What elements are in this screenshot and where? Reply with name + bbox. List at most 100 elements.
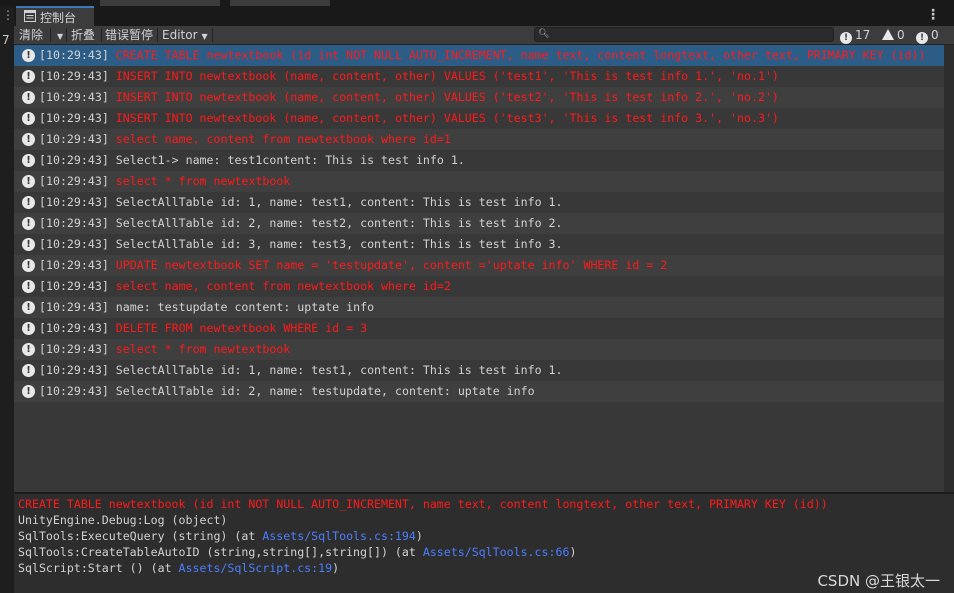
tab-console[interactable]: 控制台 (16, 6, 94, 26)
log-row[interactable]: ! [10:29:43] INSERT INTO newtextbook (nam… (14, 108, 944, 129)
collapse-label: 折叠 (71, 28, 96, 42)
log-timestamp: [10:29:43] (39, 195, 109, 209)
log-row-text: [10:29:43] SelectAllTable id: 1, name: t… (39, 192, 563, 213)
collapse-button[interactable]: 折叠 (71, 26, 95, 44)
log-timestamp: [10:29:43] (39, 321, 109, 335)
log-timestamp: [10:29:43] (39, 363, 109, 377)
log-message: select name, content from newtextbook wh… (115, 132, 451, 146)
tab-bar: 控制台 ⋮ (14, 6, 954, 26)
stack-trace-text: SqlScript:Start () (at (18, 561, 179, 575)
log-row[interactable]: ! [10:29:43] SelectAllTable id: 1, name: … (14, 192, 944, 213)
source-link[interactable]: Assets/SqlTools.cs:66 (423, 545, 570, 559)
log-message: select * from newtextbook (115, 342, 291, 356)
log-detail-panel: CREATE TABLE newtextbook (id int NOT NUL… (14, 494, 954, 593)
info-icon: ! (22, 217, 35, 230)
clear-button[interactable]: 清除 (19, 26, 43, 44)
log-row[interactable]: ! [10:29:43] select * from newtextbook (14, 171, 944, 192)
log-message: Select1-> name: test1content: This is te… (115, 153, 465, 167)
log-list-scrollbar[interactable] (944, 45, 954, 492)
console-toolbar: 清除 ▼ 折叠 错误暂停 Editor ▼ 🔍︎ ! 17 0 ! 0 (14, 26, 954, 45)
error-count-toggle[interactable]: ! 0 (916, 26, 939, 44)
log-timestamp: [10:29:43] (39, 384, 109, 398)
log-message: name: testupdate content: uptate info (115, 300, 375, 314)
info-icon: ! (22, 133, 35, 146)
stack-trace-line: SqlTools:ExecuteQuery (string) (at Asset… (18, 528, 423, 544)
log-row[interactable]: ! [10:29:43] SelectAllTable id: 1, name: … (14, 360, 944, 381)
info-icon: ! (22, 112, 35, 125)
info-icon: ! (22, 301, 35, 314)
log-timestamp: [10:29:43] (39, 216, 109, 230)
log-row[interactable]: ! [10:29:43] SelectAllTable id: 2, name: … (14, 213, 944, 234)
log-count: 17 (855, 28, 871, 42)
error-icon: ! (916, 32, 928, 44)
info-icon: ! (840, 32, 852, 44)
log-timestamp: [10:29:43] (39, 69, 109, 83)
log-row-text: [10:29:43] SelectAllTable id: 1, name: t… (39, 360, 563, 381)
search-icon: 🔍︎ (538, 29, 550, 39)
log-row[interactable]: ! [10:29:43] SelectAllTable id: 2, name: … (14, 381, 944, 402)
stack-trace-line: UnityEngine.Debug:Log (object) (18, 512, 227, 528)
log-message: SelectAllTable id: 2, name: testupdate, … (115, 384, 535, 398)
log-row[interactable]: ! [10:29:43] select name, content from ne… (14, 276, 944, 297)
log-row[interactable]: ! [10:29:43] INSERT INTO newtextbook (nam… (14, 66, 944, 87)
clear-label: 清除 (19, 28, 44, 42)
log-row[interactable]: ! [10:29:43] Select1-> name: test1content… (14, 150, 944, 171)
log-row[interactable]: ! [10:29:43] select name, content from ne… (14, 129, 944, 150)
stack-trace-suffix: ) (332, 561, 340, 575)
log-row-text: [10:29:43] select name, content from new… (39, 129, 451, 150)
source-link[interactable]: Assets/SqlTools.cs:194 (262, 529, 416, 543)
log-row[interactable]: ! [10:29:43] DELETE FROM newtextbook WHER… (14, 318, 944, 339)
info-icon: ! (22, 322, 35, 335)
chevron-down-icon: ▼ (57, 32, 64, 41)
left-panel-number: 7 (2, 33, 10, 47)
info-icon: ! (22, 280, 35, 293)
log-message: INSERT INTO newtextbook (name, content, … (115, 111, 779, 125)
clear-options-dropdown[interactable]: ▼ (53, 26, 63, 44)
left-panel-edge: ⋮ 7 (0, 6, 14, 593)
log-count-toggle[interactable]: ! 17 (840, 26, 870, 44)
info-icon: ! (22, 385, 35, 398)
log-row-text: [10:29:43] CREATE TABLE newtextbook (id … (39, 45, 925, 66)
log-timestamp: [10:29:43] (39, 153, 109, 167)
info-icon: ! (22, 49, 35, 62)
log-message: select * from newtextbook (115, 174, 291, 188)
log-row[interactable]: ! [10:29:43] name: testupdate content: up… (14, 297, 944, 318)
info-icon: ! (22, 154, 35, 167)
log-row[interactable]: ! [10:29:43] SelectAllTable id: 3, name: … (14, 234, 944, 255)
log-row[interactable]: ! [10:29:43] select * from newtextbook (14, 339, 944, 360)
log-row-text: [10:29:43] SelectAllTable id: 2, name: t… (39, 381, 535, 402)
error-pause-label: 错误暂停 (105, 28, 154, 42)
stack-trace-line: SqlScript:Start () (at Assets/SqlScript.… (18, 560, 339, 576)
log-row-text: [10:29:43] SelectAllTable id: 3, name: t… (39, 234, 563, 255)
error-pause-button[interactable]: 错误暂停 (105, 26, 153, 44)
source-link[interactable]: Assets/SqlScript.cs:19 (179, 561, 333, 575)
stack-trace-line: SqlTools:CreateTableAutoID (string,strin… (18, 544, 576, 560)
log-row-text: [10:29:43] UPDATE newtextbook SET name =… (39, 255, 667, 276)
toolbar-divider (157, 28, 158, 42)
log-row[interactable]: ! [10:29:43] UPDATE newtextbook SET name … (14, 255, 944, 276)
log-row-text: [10:29:43] select name, content from new… (39, 276, 451, 297)
log-row-text: [10:29:43] Select1-> name: test1content:… (39, 150, 465, 171)
editor-label: Editor (162, 28, 198, 42)
log-row[interactable]: ! [10:29:43] INSERT INTO newtextbook (nam… (14, 87, 944, 108)
info-icon: ! (22, 91, 35, 104)
warning-count: 0 (897, 28, 905, 42)
search-input[interactable]: 🔍︎ (534, 27, 834, 42)
log-row-text: [10:29:43] INSERT INTO newtextbook (name… (39, 108, 779, 129)
log-row[interactable]: ! [10:29:43] CREATE TABLE newtextbook (id… (14, 45, 944, 66)
toolbar-divider (66, 28, 67, 42)
warning-count-toggle[interactable]: 0 (882, 26, 905, 44)
info-icon: ! (22, 196, 35, 209)
panel-menu-icon[interactable]: ⋮ (926, 7, 940, 23)
log-timestamp: [10:29:43] (39, 174, 109, 188)
stack-trace-suffix: ) (415, 529, 423, 543)
info-icon: ! (22, 259, 35, 272)
log-message: CREATE TABLE newtextbook (id int NOT NUL… (115, 48, 926, 62)
editor-dropdown[interactable]: Editor ▼ (162, 26, 208, 44)
log-timestamp: [10:29:43] (39, 237, 109, 251)
stack-trace-suffix: ) (569, 545, 577, 559)
info-icon: ! (22, 343, 35, 356)
log-timestamp: [10:29:43] (39, 342, 109, 356)
log-message: SelectAllTable id: 1, name: test1, conte… (115, 195, 563, 209)
left-menu-dots-icon[interactable]: ⋮ (2, 9, 14, 21)
